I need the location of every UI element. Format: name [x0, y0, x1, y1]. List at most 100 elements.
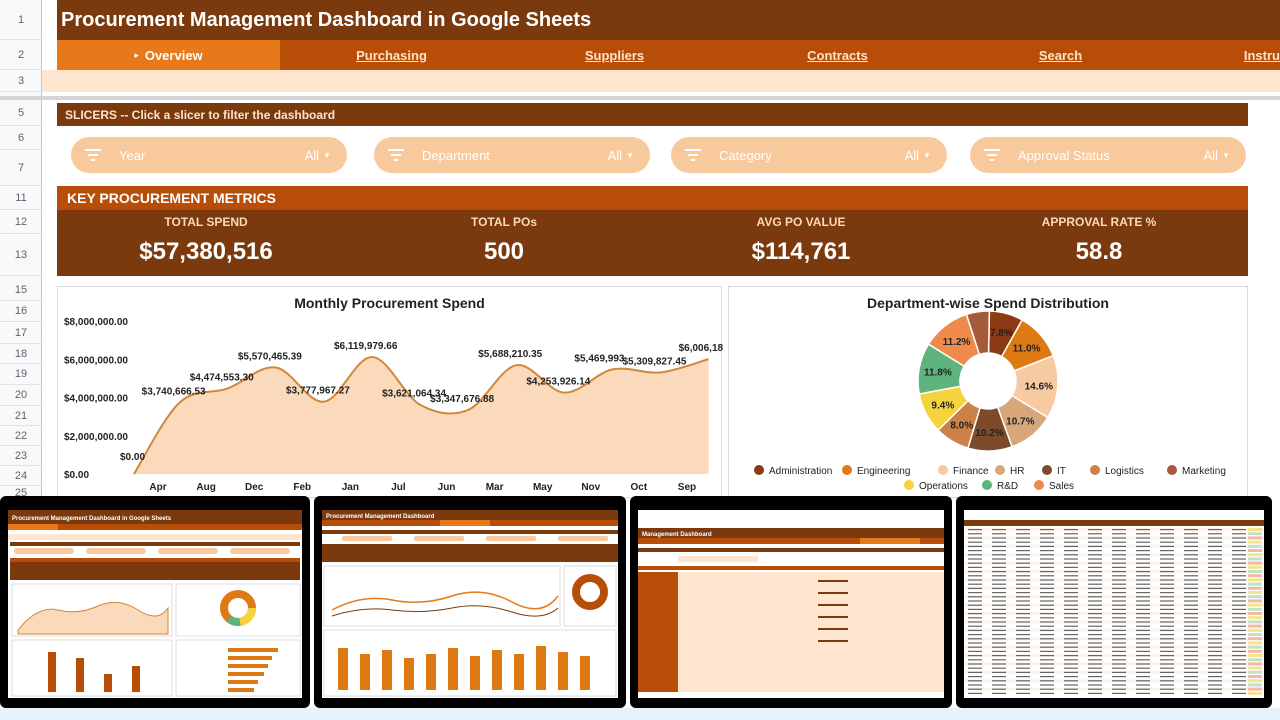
x-tick-label: Jun: [438, 482, 456, 493]
nav-tab-purchasing[interactable]: Purchasing: [280, 40, 503, 70]
filter-icon: [85, 149, 101, 161]
nav-tab-contracts[interactable]: Contracts: [726, 40, 949, 70]
preview-purchasing-data[interactable]: [956, 496, 1272, 708]
row-number[interactable]: 1: [0, 0, 42, 40]
legend-label: Marketing: [1182, 466, 1226, 477]
metric-value: 500: [483, 238, 525, 265]
legend-swatch: [754, 465, 764, 475]
legend-swatch: [842, 465, 852, 475]
row-number[interactable]: 12: [0, 210, 42, 234]
slicer-approval-status[interactable]: Approval Status All ▼: [970, 137, 1246, 173]
preview-search[interactable]: Management Dashboard: [630, 496, 952, 708]
row-number[interactable]: 20: [0, 385, 42, 406]
slicer-category[interactable]: Category All ▼: [671, 137, 947, 173]
row-number[interactable]: 21: [0, 406, 42, 426]
data-label: $4,253,926.14: [526, 377, 590, 388]
filter-icon: [388, 149, 404, 161]
row-number[interactable]: 15: [0, 280, 42, 301]
preview-title: Procurement Management Dashboard in Goog…: [12, 516, 172, 522]
legend-label: IT: [1057, 466, 1066, 477]
nav-tab-search[interactable]: Search: [949, 40, 1172, 70]
preview-suppliers[interactable]: Procurement Management Dashboard: [314, 496, 626, 708]
slice-label: 10.7%: [1006, 416, 1034, 427]
legend-swatch: [995, 465, 1005, 475]
legend-label: R&D: [997, 481, 1018, 492]
slicer-value: All: [904, 147, 920, 163]
row-number[interactable]: 13: [0, 234, 42, 276]
row-number[interactable]: 24: [0, 466, 42, 486]
row-number[interactable]: 5: [0, 100, 42, 126]
metrics-panel: TOTAL SPEND $57,380,516 TOTAL POs 500 AVG PO…: [57, 210, 1248, 276]
slicer-label: Approval Status: [1018, 147, 1110, 163]
y-tick-label: $2,000,000.00: [64, 432, 128, 443]
dropdown-caret-icon: ▼: [1222, 150, 1230, 160]
slicer-label: Department: [422, 147, 490, 163]
row-number[interactable]: 19: [0, 364, 42, 385]
legend-swatch: [904, 480, 914, 490]
bottom-strip: [0, 708, 1280, 720]
metric-label: AVG PO VALUE: [756, 215, 846, 229]
nav-tab-suppliers[interactable]: Suppliers: [503, 40, 726, 70]
legend-swatch: [982, 480, 992, 490]
legend-label: HR: [1010, 466, 1024, 477]
spacer-row: [42, 70, 1280, 92]
dropdown-caret-icon: ▼: [323, 150, 331, 160]
x-tick-label: Dec: [245, 482, 264, 493]
preview-screen: [964, 510, 1264, 698]
slicer-label: Year: [119, 147, 146, 163]
nav-tab-instru[interactable]: Instru: [1172, 40, 1280, 70]
area-chart-svg: $0.00 $2,000,000.00 $4,000,000.00 $6,000,00…: [64, 317, 724, 493]
y-tick-label: $0.00: [64, 470, 89, 481]
row-number[interactable]: 2: [0, 40, 42, 70]
x-tick-label: Oct: [631, 482, 648, 493]
preview-title: Management Dashboard: [642, 532, 712, 538]
monthly-spend-chart[interactable]: Monthly Procurement Spend $0.00 $2,000,00…: [57, 286, 724, 498]
legend-swatch: [1042, 465, 1052, 475]
row-number[interactable]: 18: [0, 344, 42, 364]
data-label: $4,474,553.30: [190, 372, 254, 383]
legend-swatch: [938, 465, 948, 475]
row-header-column: 1 2 3 5 6 7 11 12 13 15 16 17 18 19 20 21 22 23 24 25: [0, 0, 42, 500]
row-number[interactable]: 7: [0, 150, 42, 186]
slicer-label: Category: [719, 147, 772, 163]
preview-screen: Management Dashboard: [638, 510, 944, 698]
row-number[interactable]: 23: [0, 446, 42, 466]
x-tick-label: Aug: [196, 482, 215, 493]
x-tick-label: Feb: [293, 482, 311, 493]
pie-chart-svg: 7.8%11.0% 14.6% 10.7%10.2%8.0% 9.4% 11.8% 11.…: [754, 310, 1226, 492]
metric-value: 58.8: [1075, 238, 1123, 265]
y-tick-label: $4,000,000.00: [64, 394, 128, 405]
slicer-department[interactable]: Department All ▼: [374, 137, 650, 173]
row-number[interactable]: 17: [0, 322, 42, 344]
y-tick-label: $8,000,000.00: [64, 317, 128, 328]
slice-label: 11.8%: [924, 368, 952, 379]
metric-card: APPROVAL RATE % 58.8: [950, 210, 1248, 276]
metric-card: TOTAL POs 500: [355, 210, 653, 276]
slice-label: 9.4%: [931, 401, 954, 412]
nav-bar: OverviewPurchasingSuppliersContractsSear…: [57, 40, 1280, 70]
data-label: $3,777,967.27: [286, 386, 350, 397]
row-number[interactable]: 6: [0, 126, 42, 150]
data-label: $5,570,465.39: [238, 351, 302, 362]
legend-swatch: [1090, 465, 1100, 475]
row-number[interactable]: 16: [0, 301, 42, 322]
row-number[interactable]: 3: [0, 70, 42, 92]
metric-label: APPROVAL RATE %: [1041, 215, 1157, 229]
metric-label: TOTAL POs: [470, 215, 537, 229]
preview-screen: Procurement Management Dashboard in Goog…: [8, 510, 302, 698]
legend-swatch: [1167, 465, 1177, 475]
preview-overview[interactable]: Procurement Management Dashboard in Goog…: [0, 496, 310, 708]
row-number[interactable]: 22: [0, 426, 42, 446]
slice-label: 14.6%: [1025, 382, 1053, 393]
x-tick-label: Jan: [342, 482, 359, 493]
row-number[interactable]: 11: [0, 186, 42, 210]
filter-icon: [984, 149, 1000, 161]
x-tick-label: Sep: [678, 482, 696, 493]
frozen-divider[interactable]: [0, 96, 1280, 100]
nav-tab-overview[interactable]: Overview: [57, 40, 280, 70]
x-tick-label: Mar: [486, 482, 504, 493]
data-label: $5,469,993: [574, 353, 624, 364]
slicer-year[interactable]: Year All ▼: [71, 137, 347, 173]
department-spend-chart[interactable]: Department-wise Spend Distribution 7.8% 1…: [728, 286, 1248, 498]
legend-label: Engineering: [857, 466, 910, 477]
